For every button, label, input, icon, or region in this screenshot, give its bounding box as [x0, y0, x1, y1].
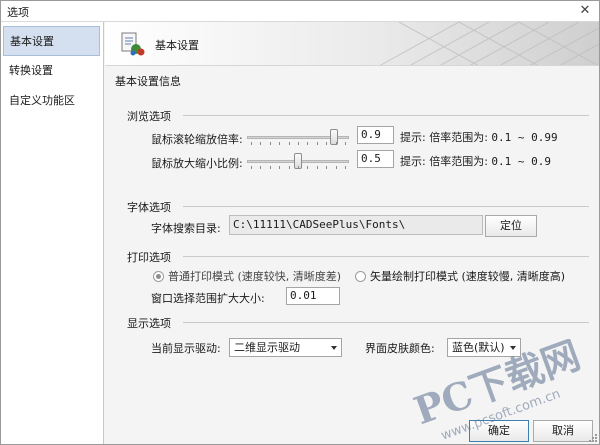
title-bar: 选项 ✕ [1, 1, 599, 22]
display-driver-label: 当前显示驱动: [151, 342, 221, 355]
radio-indicator [153, 270, 164, 282]
skin-color-value: 蓝色(默认) [452, 341, 505, 354]
slider-tick [307, 166, 309, 169]
banner-decoration [379, 22, 599, 65]
close-icon[interactable]: ✕ [577, 3, 593, 19]
sidebar: 基本设置 转换设置 自定义功能区 [1, 22, 104, 444]
slider-tick [288, 142, 290, 145]
group-label-display: 显示选项 [127, 317, 171, 330]
hint-prefix: 提示: 倍率范围为: [400, 131, 488, 144]
slider-tick [335, 166, 337, 169]
ok-button[interactable]: 确定 [469, 420, 529, 442]
banner-title: 基本设置 [155, 39, 199, 52]
group-label-font: 字体选项 [127, 201, 171, 214]
options-dialog: 选项 ✕ 基本设置 转换设置 自定义功能区 基本设置 基本设置信息 浏览选项 鼠… [0, 0, 600, 445]
radio-normal-label: 普通打印模式 (速度较快, 清晰度差) [168, 270, 342, 283]
hint-range: 0.1 ~ 0.99 [491, 131, 558, 144]
window-title: 选项 [7, 6, 29, 19]
skin-color-label: 界面皮肤颜色: [365, 342, 435, 355]
slider-tick [251, 142, 252, 145]
sidebar-item-basic-settings[interactable]: 基本设置 [3, 26, 100, 56]
slider-tick [316, 166, 318, 169]
separator [183, 206, 589, 207]
group-label-browse: 浏览选项 [127, 110, 171, 123]
separator [183, 256, 589, 257]
radio-normal-print[interactable]: 普通打印模式 (速度较快, 清晰度差) [153, 268, 341, 284]
separator [183, 115, 589, 116]
skin-color-select[interactable]: 蓝色(默认) [447, 338, 521, 357]
mag-ratio-input[interactable]: 0.5 [357, 150, 394, 168]
slider-tick [269, 142, 271, 145]
main-content: 基本设置 基本设置信息 浏览选项 鼠标滚轮缩放倍率: 0.9 提示: 倍率范围为… [105, 22, 599, 444]
slider-tick [279, 166, 281, 169]
slider-tick [260, 142, 262, 145]
expand-size-label: 窗口选择范围扩大大小: [151, 292, 265, 305]
sidebar-item-conversion-settings[interactable]: 转换设置 [3, 56, 100, 86]
resize-grip-icon[interactable] [589, 434, 597, 442]
hint-prefix: 提示: 倍率范围为: [400, 155, 488, 168]
separator [183, 322, 589, 323]
slider-tick [316, 142, 318, 145]
mag-ratio-slider[interactable] [245, 151, 351, 171]
section-info-title: 基本设置信息 [115, 75, 181, 88]
slider-tick [260, 166, 262, 169]
slider-tick [345, 166, 346, 169]
slider-tick [326, 166, 328, 169]
slider-tick [288, 166, 290, 169]
expand-size-input[interactable]: 0.01 [286, 287, 340, 305]
slider-tick [335, 142, 337, 145]
slider-tick [345, 142, 346, 145]
slider-tick [279, 142, 281, 145]
slider-tick [269, 166, 271, 169]
group-label-print: 打印选项 [127, 251, 171, 264]
radio-indicator [355, 270, 366, 282]
sidebar-item-custom-ribbon[interactable]: 自定义功能区 [3, 86, 100, 116]
slider-tick [298, 166, 299, 169]
locate-button[interactable]: 定位 [485, 215, 537, 237]
chevron-down-icon [331, 346, 337, 350]
chevron-down-icon [510, 346, 516, 350]
mag-ratio-hint: 提示: 倍率范围为: 0.1 ~ 0.9 [400, 153, 551, 169]
radio-vector-label: 矢量绘制打印模式 (速度较慢, 清晰度高) [370, 270, 566, 283]
mag-ratio-label: 鼠标放大缩小比例: [151, 157, 243, 170]
slider-tick [298, 142, 299, 145]
settings-document-icon [121, 32, 145, 56]
scroll-zoom-hint: 提示: 倍率范围为: 0.1 ~ 0.99 [400, 129, 558, 145]
font-dir-input[interactable]: C:\11111\CADSeePlus\Fonts\ [229, 215, 483, 235]
cancel-button[interactable]: 取消 [533, 420, 593, 442]
scroll-zoom-label: 鼠标滚轮缩放倍率: [151, 133, 243, 146]
display-driver-select[interactable]: 二维显示驱动 [229, 338, 342, 357]
section-banner: 基本设置 [105, 22, 599, 66]
scroll-zoom-input[interactable]: 0.9 [357, 126, 394, 144]
display-driver-value: 二维显示驱动 [234, 341, 300, 354]
slider-tick [326, 142, 328, 145]
scroll-zoom-slider[interactable] [245, 127, 351, 147]
radio-vector-print[interactable]: 矢量绘制打印模式 (速度较慢, 清晰度高) [355, 268, 565, 284]
slider-tick [251, 166, 252, 169]
font-dir-label: 字体搜索目录: [151, 222, 221, 235]
hint-range: 0.1 ~ 0.9 [491, 155, 552, 168]
slider-tick [307, 142, 309, 145]
